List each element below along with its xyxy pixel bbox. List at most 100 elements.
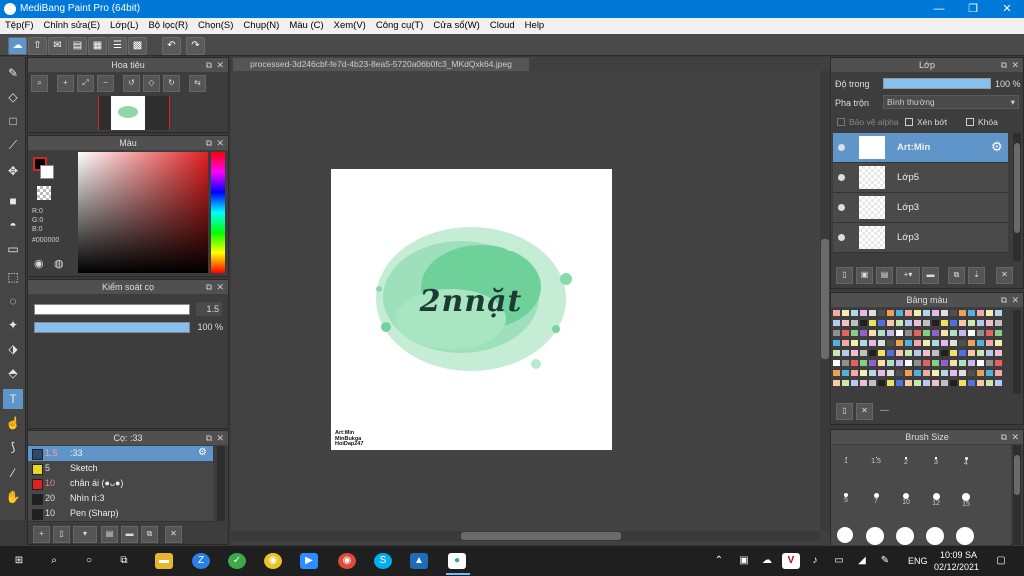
brush-size-cell[interactable]: 15 — [952, 493, 980, 510]
clock-time[interactable]: 10:09 SA — [940, 550, 977, 560]
palette-swatch[interactable] — [959, 360, 966, 366]
palette-swatch[interactable] — [833, 330, 840, 336]
text-tool-icon[interactable]: T — [3, 389, 23, 409]
palette-swatch[interactable] — [914, 350, 921, 356]
delete-layer-icon[interactable]: ✕ — [996, 267, 1013, 284]
menu-view[interactable]: Xem(V) — [329, 18, 371, 34]
rectangle-tool-icon[interactable]: □ — [3, 111, 23, 131]
chrome-icon[interactable]: ◉ — [264, 553, 282, 569]
palette-swatch[interactable] — [977, 320, 984, 326]
palette-swatch[interactable] — [923, 310, 930, 316]
palette-swatch[interactable] — [887, 340, 894, 346]
visibility-icon[interactable] — [838, 204, 845, 211]
menu-filter[interactable]: Bộ lọc(R) — [143, 18, 193, 34]
folder-icon[interactable]: ▬ — [121, 526, 138, 543]
share-icon[interactable]: ⇧ — [28, 37, 47, 55]
palette-swatch[interactable] — [896, 380, 903, 386]
palette-swatch[interactable] — [851, 320, 858, 326]
protect-alpha-checkbox[interactable] — [837, 118, 845, 126]
palette-swatch[interactable] — [896, 310, 903, 316]
palette-swatch[interactable] — [923, 360, 930, 366]
palette-swatch[interactable] — [995, 360, 1002, 366]
palette-swatch[interactable] — [941, 380, 948, 386]
reset-icon[interactable]: ◇ — [143, 75, 160, 92]
palette-swatch[interactable] — [968, 320, 975, 326]
brush-size-cell[interactable]: 3 — [922, 455, 950, 472]
layer-item[interactable]: Lớp3 — [833, 223, 1008, 253]
brush-size-cell[interactable]: 12 — [922, 493, 950, 510]
palette-swatch[interactable] — [968, 340, 975, 346]
brush-size-scroll-thumb[interactable] — [1014, 455, 1020, 495]
file-explorer-icon[interactable]: ▬ — [155, 553, 173, 569]
float-icon[interactable]: ⧉ — [206, 136, 212, 150]
palette-swatch[interactable] — [941, 350, 948, 356]
add-brush-icon[interactable]: + — [33, 526, 50, 543]
canvas-horizontal-scrollbar[interactable] — [231, 531, 820, 541]
palette-swatch[interactable] — [977, 360, 984, 366]
palette-swatch[interactable] — [905, 350, 912, 356]
palette-swatch[interactable] — [860, 340, 867, 346]
brush-item[interactable]: 1.5 :33 ⚙ — [28, 446, 213, 462]
palette-swatch[interactable] — [833, 350, 840, 356]
palette-swatch[interactable] — [878, 350, 885, 356]
palette-swatch[interactable] — [995, 320, 1002, 326]
palette-swatch[interactable] — [869, 380, 876, 386]
palette-swatch[interactable] — [959, 350, 966, 356]
palette-swatch[interactable] — [833, 310, 840, 316]
palette-swatch[interactable] — [905, 380, 912, 386]
palette-swatch[interactable] — [941, 330, 948, 336]
palette-swatch[interactable] — [896, 350, 903, 356]
zoom-icon[interactable]: ⌕ — [31, 75, 48, 92]
palette-swatch[interactable] — [986, 320, 993, 326]
palette-swatch[interactable] — [977, 380, 984, 386]
language-indicator[interactable]: ENG — [908, 556, 928, 566]
brush-size-dot[interactable] — [866, 527, 884, 545]
palette-swatch[interactable] — [887, 370, 894, 376]
message-icon[interactable]: ▤ — [68, 37, 87, 55]
layer-item[interactable]: Lớp3 — [833, 193, 1008, 223]
tray-chevron-icon[interactable]: ⌃ — [710, 553, 728, 569]
palette-swatch[interactable] — [905, 320, 912, 326]
palette-swatch[interactable] — [842, 340, 849, 346]
lasso-tool-icon[interactable]: ◌ — [3, 291, 23, 311]
float-icon[interactable]: ⧉ — [1001, 58, 1007, 72]
grid-icon[interactable]: ▩ — [128, 37, 147, 55]
operation-tool-icon[interactable]: ☝ — [3, 413, 23, 433]
skype-icon[interactable]: S — [374, 553, 392, 569]
layer-settings-icon[interactable]: ⚙ — [991, 139, 1003, 155]
select-tool-icon[interactable]: ⬚ — [3, 267, 23, 287]
layer-opacity-slider[interactable] — [883, 78, 991, 89]
tray-vivaldi-icon[interactable]: V — [782, 553, 800, 569]
new-8bit-layer-icon[interactable]: ▤ — [876, 267, 893, 284]
dropper-tool-icon[interactable]: ⁄ — [3, 463, 23, 483]
palette-swatch[interactable] — [860, 370, 867, 376]
palette-swatch[interactable] — [860, 380, 867, 386]
blend-mode-select[interactable]: Bình thường ▾ — [883, 95, 1019, 109]
palette-swatch[interactable] — [887, 380, 894, 386]
menu-edit[interactable]: Chỉnh sửa(E) — [39, 18, 106, 34]
palette-swatch[interactable] — [905, 360, 912, 366]
close-panel-icon[interactable]: ✕ — [216, 280, 224, 294]
palette-swatch[interactable] — [869, 310, 876, 316]
palette-swatch[interactable] — [941, 360, 948, 366]
palette-swatch[interactable] — [923, 380, 930, 386]
palette-swatch[interactable] — [968, 370, 975, 376]
palette-swatch[interactable] — [950, 350, 957, 356]
palette-swatch[interactable] — [941, 340, 948, 346]
close-panel-icon[interactable]: ✕ — [216, 136, 224, 150]
palette-swatch[interactable] — [842, 330, 849, 336]
close-panel-icon[interactable]: ✕ — [216, 58, 224, 72]
palette-swatch[interactable] — [842, 350, 849, 356]
palette-swatch[interactable] — [851, 350, 858, 356]
close-panel-icon[interactable]: ✕ — [1011, 293, 1019, 307]
palette-swatch[interactable] — [842, 380, 849, 386]
float-icon[interactable]: ⧉ — [206, 431, 212, 445]
layer-item[interactable]: Art:Min ⚙ — [833, 133, 1008, 163]
palette-scrollbar[interactable] — [1013, 310, 1021, 394]
palette-swatch[interactable] — [851, 310, 858, 316]
palette-swatch[interactable] — [950, 380, 957, 386]
brush-item[interactable]: 20 Nhìn rì:3 — [28, 491, 213, 507]
palette-swatch[interactable] — [932, 360, 939, 366]
copy-brush-icon[interactable]: ⧉ — [141, 526, 158, 543]
palette-swatch[interactable] — [995, 380, 1002, 386]
